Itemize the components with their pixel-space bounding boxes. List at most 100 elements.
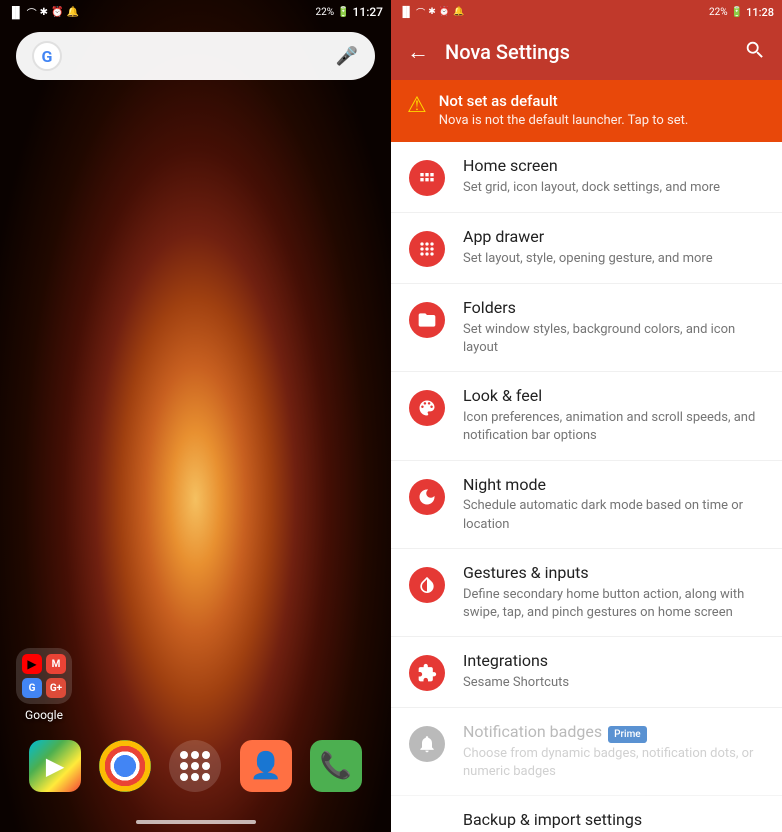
gestures-text: Gestures & inputs Define secondary home … [463, 563, 766, 622]
look-feel-text: Look & feel Icon preferences, animation … [463, 386, 766, 445]
app-drawer-icon[interactable] [169, 740, 221, 792]
backup-title: Backup & import settings [463, 810, 766, 831]
night-mode-text: Night mode Schedule automatic dark mode … [463, 475, 766, 534]
look-feel-desc: Icon preferences, animation and scroll s… [463, 409, 766, 445]
warning-text: Not set as default Nova is not the defau… [439, 92, 766, 130]
backup-icon-placeholder [409, 814, 445, 832]
wifi-icon: ⌒ [27, 5, 37, 20]
look-feel-title: Look & feel [463, 386, 766, 407]
status-icons-right-panel-left: ▐▌ ⌒ ✱ ⏰ 🔔 [399, 6, 464, 19]
settings-item-app-drawer[interactable]: App drawer Set layout, style, opening ge… [391, 213, 782, 284]
battery-pct-right: 22% [709, 7, 728, 18]
gestures-icon [407, 565, 447, 605]
battery-icon-left: 🔋 [337, 7, 349, 18]
app-bar-title: Nova Settings [445, 40, 728, 64]
play-store-icon[interactable]: ▶ [29, 740, 81, 792]
warning-banner[interactable]: ⚠ Not set as default Nova is not the def… [391, 80, 782, 142]
time-left: 11:27 [353, 5, 383, 19]
night-mode-title: Night mode [463, 475, 766, 496]
settings-item-backup[interactable]: Backup & import settings [391, 796, 782, 832]
home-screen-title: Home screen [463, 156, 766, 177]
night-mode-icon [407, 477, 447, 517]
left-status-bar: ▐▌ ⌒ ✱ ⏰ 🔔 22% 🔋 11:27 [0, 0, 391, 24]
app-bar: ← Nova Settings [391, 24, 782, 80]
folders-title: Folders [463, 298, 766, 319]
home-screen-icon-circle [409, 160, 445, 196]
right-panel: ▐▌ ⌒ ✱ ⏰ 🔔 22% 🔋 11:28 ← Nova Settings ⚠… [391, 0, 782, 832]
home-screen-text: Home screen Set grid, icon layout, dock … [463, 156, 766, 197]
night-mode-desc: Schedule automatic dark mode based on ti… [463, 497, 766, 533]
notification-badges-icon [407, 724, 447, 764]
integrations-icon [407, 653, 447, 693]
notification-badges-desc: Choose from dynamic badges, notification… [463, 745, 766, 781]
bluetooth-icon: ✱ [40, 7, 48, 18]
time-right: 11:28 [746, 6, 774, 19]
night-mode-icon-circle [409, 479, 445, 515]
home-screen-desc: Set grid, icon layout, dock settings, an… [463, 179, 766, 197]
settings-item-gestures[interactable]: Gestures & inputs Define secondary home … [391, 549, 782, 637]
bt-icon-right: ✱ [428, 7, 436, 17]
settings-item-home-screen[interactable]: Home screen Set grid, icon layout, dock … [391, 142, 782, 213]
prime-badge: Prime [608, 726, 647, 743]
folders-desc: Set window styles, background colors, an… [463, 321, 766, 357]
google-logo: G [32, 41, 62, 71]
battery-icon-right: 🔋 [731, 7, 743, 18]
signal-icon: ▐▌ [8, 6, 24, 19]
backup-icon [407, 812, 447, 832]
warning-triangle-icon: ⚠ [407, 93, 427, 118]
app-folder-icon[interactable]: ▶ M G G+ [16, 648, 72, 704]
search-bar[interactable]: G 🎤 [16, 32, 375, 80]
google-app-group[interactable]: ▶ M G G+ Google [16, 648, 72, 722]
settings-item-folders[interactable]: Folders Set window styles, background co… [391, 284, 782, 372]
backup-text: Backup & import settings [463, 810, 766, 831]
integrations-title: Integrations [463, 651, 766, 672]
gmail-icon: M [46, 654, 66, 674]
folders-text: Folders Set window styles, background co… [463, 298, 766, 357]
notification-badges-text: Notification badgesPrime Choose from dyn… [463, 722, 766, 781]
notification-badges-icon-circle [409, 726, 445, 762]
notification-icon: 🔔 [66, 7, 78, 18]
settings-item-notification-badges[interactable]: Notification badgesPrime Choose from dyn… [391, 708, 782, 796]
app-drawer-text: App drawer Set layout, style, opening ge… [463, 227, 766, 268]
gestures-title: Gestures & inputs [463, 563, 766, 584]
google-icon: G [22, 678, 42, 698]
app-drawer-icon-circle [409, 231, 445, 267]
settings-list: Home screen Set grid, icon layout, dock … [391, 142, 782, 832]
notif-icon-right: 🔔 [453, 7, 464, 17]
dock: ▶ 👤 📞 [0, 740, 391, 792]
right-status-bar: ▐▌ ⌒ ✱ ⏰ 🔔 22% 🔋 11:28 [391, 0, 782, 24]
battery-percent-left: 22% [316, 7, 335, 18]
chrome-icon[interactable] [99, 740, 151, 792]
look-feel-icon-circle [409, 390, 445, 426]
google-folder-label: Google [25, 708, 63, 722]
back-button[interactable]: ← [407, 39, 429, 65]
settings-item-integrations[interactable]: Integrations Sesame Shortcuts [391, 637, 782, 708]
home-indicator [136, 820, 256, 824]
youtube-icon: ▶ [22, 654, 42, 674]
app-drawer-title: App drawer [463, 227, 766, 248]
mic-icon[interactable]: 🎤 [335, 44, 359, 68]
integrations-text: Integrations Sesame Shortcuts [463, 651, 766, 692]
search-button[interactable] [744, 39, 766, 66]
status-icons-right: 22% 🔋 11:27 [316, 5, 383, 19]
settings-item-look-feel[interactable]: Look & feel Icon preferences, animation … [391, 372, 782, 460]
notification-badges-title: Notification badgesPrime [463, 722, 766, 743]
signal-icon-right: ▐▌ [399, 7, 413, 18]
integrations-icon-circle [409, 655, 445, 691]
status-icons-right-panel-right: 22% 🔋 11:28 [709, 6, 774, 19]
home-screen-icon [407, 158, 447, 198]
alarm-icon: ⏰ [51, 7, 63, 18]
phone-icon[interactable]: 📞 [310, 740, 362, 792]
gestures-icon-circle [409, 567, 445, 603]
settings-item-night-mode[interactable]: Night mode Schedule automatic dark mode … [391, 461, 782, 549]
integrations-desc: Sesame Shortcuts [463, 674, 766, 692]
look-feel-icon [407, 388, 447, 428]
contacts-icon[interactable]: 👤 [240, 740, 292, 792]
warning-title: Not set as default [439, 92, 766, 110]
google-plus-icon: G+ [46, 678, 66, 698]
wifi-icon-right: ⌒ [416, 6, 425, 19]
app-drawer-settings-icon [407, 229, 447, 269]
folders-icon [407, 300, 447, 340]
gestures-desc: Define secondary home button action, alo… [463, 586, 766, 622]
left-panel: ▐▌ ⌒ ✱ ⏰ 🔔 22% 🔋 11:27 G 🎤 ▶ M G G+ Goog… [0, 0, 391, 832]
